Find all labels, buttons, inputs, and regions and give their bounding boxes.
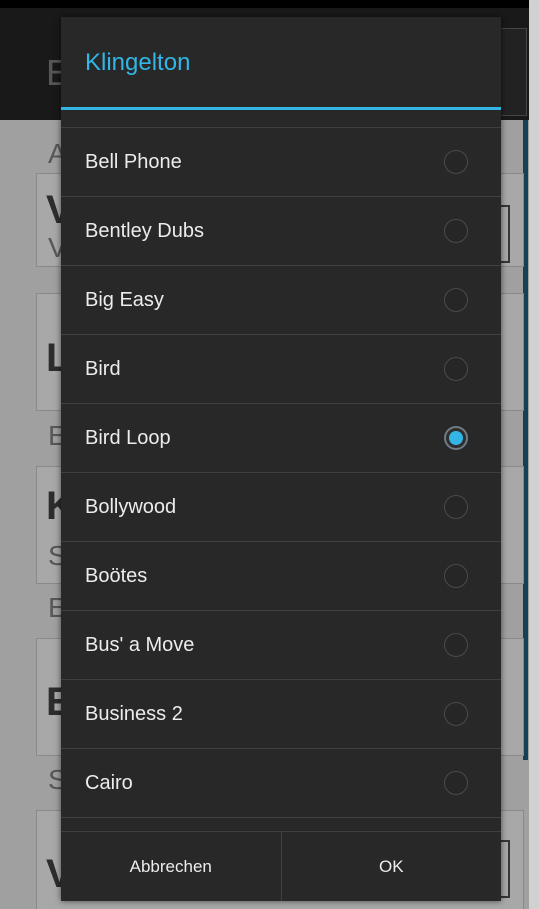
radio-button[interactable] (444, 633, 468, 657)
radio-button[interactable] (444, 150, 468, 174)
radio-button[interactable] (444, 357, 468, 381)
ringtone-list: Bell Phone Bentley Dubs Big Easy Bird Bi… (61, 127, 501, 843)
list-item[interactable]: Bentley Dubs (61, 196, 501, 265)
radio-dot (449, 431, 463, 445)
list-item[interactable]: Bus' a Move (61, 610, 501, 679)
ringtone-label: Bus' a Move (85, 633, 195, 656)
radio-button-checked[interactable] (444, 426, 468, 450)
ringtone-label: Bentley Dubs (85, 219, 204, 242)
radio-button[interactable] (444, 288, 468, 312)
ringtone-label: Cairo (85, 771, 133, 794)
cancel-button[interactable]: Abbrechen (61, 832, 281, 901)
list-item[interactable]: Cairo (61, 748, 501, 817)
ringtone-label: Bird Loop (85, 426, 171, 449)
list-item[interactable]: Business 2 (61, 679, 501, 748)
list-item[interactable]: Bird (61, 334, 501, 403)
radio-button[interactable] (444, 564, 468, 588)
ringtone-label: Big Easy (85, 288, 164, 311)
ringtone-label: Bollywood (85, 495, 177, 518)
list-item[interactable]: Bollywood (61, 472, 501, 541)
ringtone-label: Bell Phone (85, 150, 182, 173)
title-divider (61, 107, 501, 110)
dialog-title: Klingelton (85, 49, 191, 76)
ringtone-label: Bird (85, 357, 121, 380)
ringtone-label: Business 2 (85, 702, 183, 725)
ok-button[interactable]: OK (280, 832, 502, 901)
radio-button[interactable] (444, 771, 468, 795)
ringtone-dialog: Klingelton Bell Phone Bentley Dubs Big E… (61, 17, 501, 901)
list-item[interactable]: Boötes (61, 541, 501, 610)
ringtone-label: Boötes (85, 564, 148, 587)
radio-button[interactable] (444, 702, 468, 726)
list-item[interactable]: Big Easy (61, 265, 501, 334)
radio-button[interactable] (444, 219, 468, 243)
radio-button[interactable] (444, 495, 468, 519)
list-item[interactable]: Bell Phone (61, 127, 501, 196)
dialog-button-bar: Abbrechen OK (61, 831, 501, 901)
list-item[interactable]: Bird Loop (61, 403, 501, 472)
